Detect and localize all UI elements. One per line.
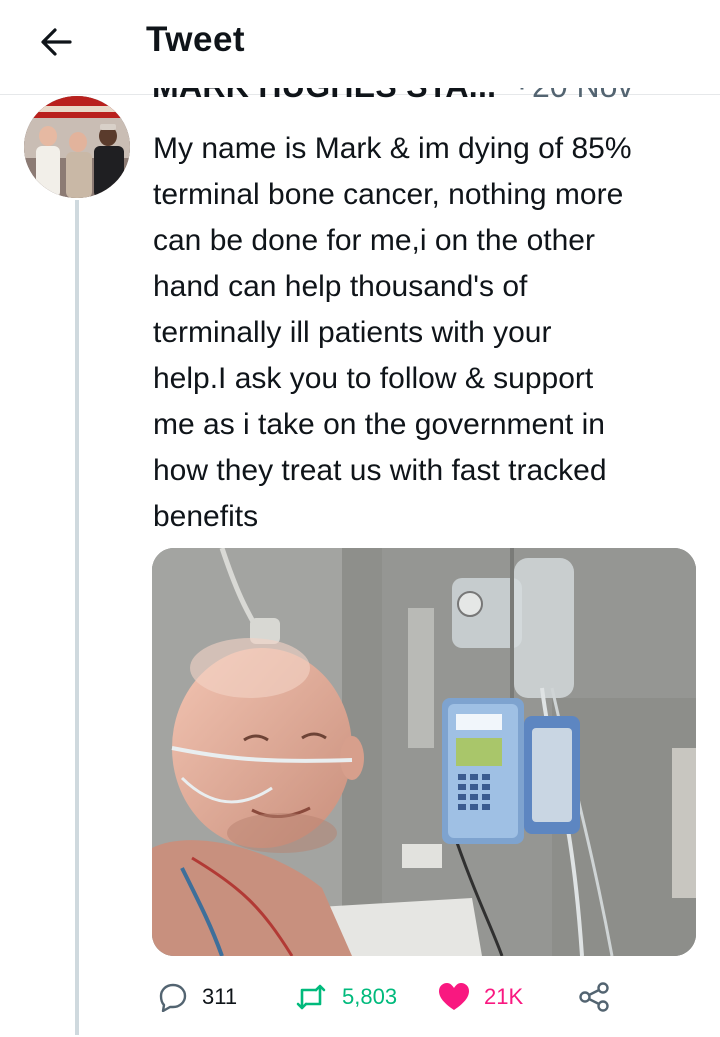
thread-line [75,200,79,1035]
reply-count: 311 [202,984,238,1009]
avatar[interactable] [24,96,130,198]
page-title: Tweet [146,20,246,59]
heart-icon [439,983,469,1010]
like-button[interactable]: 21K [438,976,523,1018]
reply-icon [159,983,187,1012]
top-bar: Tweet [0,0,720,88]
like-count: 21K [484,984,524,1009]
action-bar: 311 5,803 21K [152,976,622,1018]
tweet-text: My name is Mark & im dying of 85% termin… [153,132,632,533]
arrow-left-icon [41,28,72,56]
retweet-icon [296,984,326,1010]
reply-button[interactable]: 311 [158,976,237,1018]
back-button[interactable] [30,20,82,64]
tweet-media[interactable] [152,548,696,956]
hospital-photo [152,548,696,956]
share-button[interactable] [578,976,610,1018]
avatar-photo [24,96,130,198]
retweet-button[interactable]: 5,803 [294,976,397,1018]
share-icon [579,982,609,1012]
retweet-count: 5,803 [342,984,398,1009]
